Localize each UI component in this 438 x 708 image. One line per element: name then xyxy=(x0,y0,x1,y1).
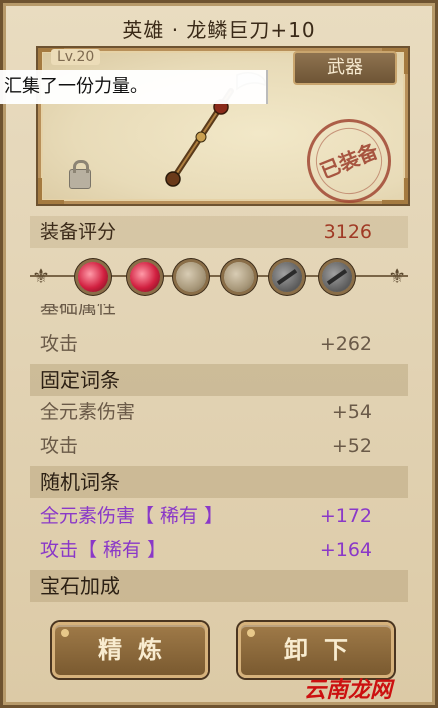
item-title: 英雄 · 龙鳞巨刀+10 xyxy=(122,18,316,42)
stat-row: 攻击 +262 xyxy=(30,328,408,360)
stat-value: +52 xyxy=(331,435,372,457)
unequip-button[interactable]: 卸下 xyxy=(238,622,394,678)
gem-socket-red[interactable] xyxy=(130,262,160,292)
gem-socket-red[interactable] xyxy=(78,262,108,292)
section-title: 宝石加成 xyxy=(40,574,120,598)
score-value: 3126 xyxy=(323,221,372,243)
stat-row: 全元素伤害 +54 xyxy=(30,396,408,428)
section-header-base: 基础属性 xyxy=(40,304,117,318)
section-title: 固定词条 xyxy=(40,368,120,392)
stat-row: 攻击 +52 xyxy=(30,430,408,462)
stat-label: 全元素伤害【 稀有 】 xyxy=(40,505,224,527)
gem-socket-bar: ⚜ ⚜ xyxy=(30,256,408,296)
stat-value: +54 xyxy=(331,401,372,423)
lock-icon[interactable] xyxy=(69,160,91,189)
refine-button-label: 精炼 xyxy=(98,636,178,664)
equipment-panel: 英雄 · 龙鳞巨刀+10 Lv.20 武器 已装备 汇集了一份力量。 装备评分 … xyxy=(0,0,438,708)
gem-socket-locked[interactable] xyxy=(272,262,302,292)
gem-socket-empty[interactable] xyxy=(224,262,254,292)
section-header-fixed: 固定词条 xyxy=(30,364,408,396)
gem-socket-empty[interactable] xyxy=(176,262,206,292)
stat-value: +172 xyxy=(319,505,372,527)
stat-value: +164 xyxy=(319,539,372,561)
score-row: 装备评分 3126 xyxy=(30,216,408,248)
section-title: 随机词条 xyxy=(40,470,120,494)
button-rivet xyxy=(247,629,255,637)
stat-label: 攻击【 稀有 】 xyxy=(40,539,167,561)
button-rivet xyxy=(61,629,69,637)
stat-row-rare: 攻击【 稀有 】 +164 xyxy=(30,534,408,566)
stat-row-rare: 全元素伤害【 稀有 】 +172 xyxy=(30,500,408,532)
fleur-icon: ⚜ xyxy=(32,264,50,288)
watermark: 云南龙网 xyxy=(304,678,393,703)
section-header-random: 随机词条 xyxy=(30,466,408,498)
gem-socket-locked[interactable] xyxy=(322,262,352,292)
refine-button[interactable]: 精炼 xyxy=(52,622,208,678)
toast-message: 汇集了一份力量。 xyxy=(0,70,268,104)
score-label: 装备评分 xyxy=(40,221,117,243)
stat-label: 攻击 xyxy=(40,333,79,355)
stat-label: 全元素伤害 xyxy=(40,401,136,423)
section-header-gems: 宝石加成 xyxy=(30,570,408,602)
unequip-button-label: 卸下 xyxy=(284,636,364,664)
stat-label: 攻击 xyxy=(40,435,79,457)
fleur-icon: ⚜ xyxy=(388,264,406,288)
stat-value: +262 xyxy=(319,333,372,355)
